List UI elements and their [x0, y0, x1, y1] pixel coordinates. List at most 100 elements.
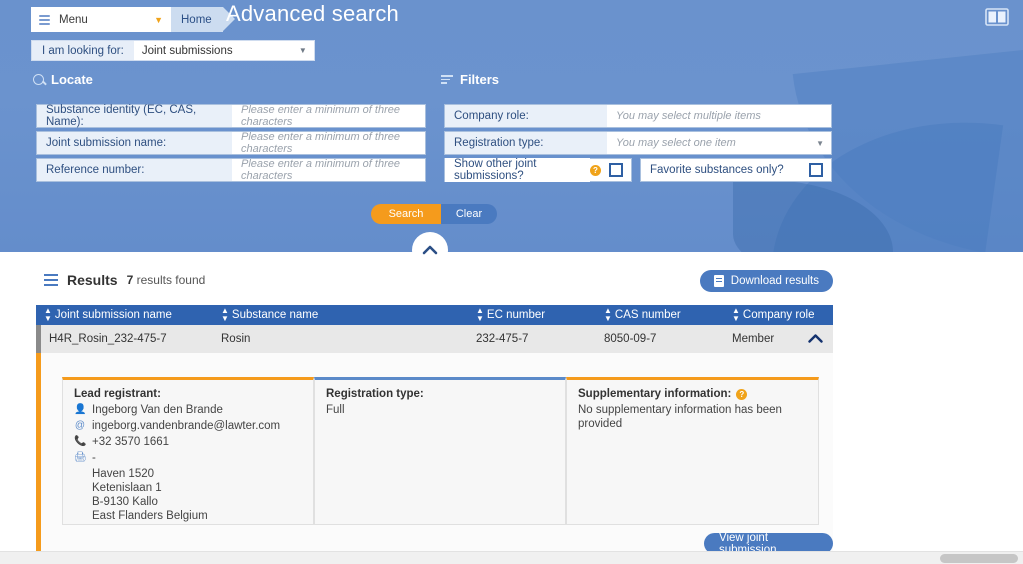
search-panel: Menu ▼ Home Advanced search I am looking…: [0, 0, 1023, 252]
filters-section-heading: Filters: [441, 72, 499, 87]
column-company-role[interactable]: ▲ ▼ Company role: [732, 307, 832, 323]
lead-registrant-phone: +32 3570 1661: [92, 436, 170, 448]
breadcrumb-home-label: Home: [181, 13, 212, 26]
column-joint-submission-name-label: Joint submission name: [54, 309, 172, 321]
supplementary-information-panel: Supplementary information: ? No suppleme…: [566, 377, 819, 525]
lead-registrant-email[interactable]: ingeborg.vandenbrande@lawter.com: [92, 419, 280, 433]
search-button[interactable]: Search: [371, 204, 441, 224]
registration-type-panel-value: Full: [326, 404, 345, 416]
book-panel-icon[interactable]: [985, 8, 1009, 26]
sort-icon: ▲ ▼: [44, 306, 52, 323]
locate-section-heading: Locate: [33, 72, 93, 87]
looking-for-select[interactable]: Joint submissions ▼: [133, 41, 314, 60]
horizontal-scrollbar[interactable]: [0, 551, 1023, 564]
chevron-up-icon: [422, 245, 438, 255]
clear-button[interactable]: Clear: [441, 204, 497, 224]
looking-for-control: I am looking for: Joint submissions ▼: [31, 40, 315, 61]
results-table-header: ▲ ▼ Joint submission name ▲ ▼ Substance na…: [36, 305, 833, 325]
registration-type-panel-title: Registration type:: [326, 388, 424, 400]
looking-for-label: I am looking for:: [32, 41, 134, 60]
substance-identity-label: Substance identity (EC, CAS, Name):: [37, 104, 232, 128]
show-other-joint-submissions-row: Show other joint submissions? ?: [444, 158, 632, 182]
lead-registrant-address-line-1: Haven 1520: [92, 468, 155, 480]
looking-for-value: Joint submissions: [141, 44, 233, 57]
substance-identity-row: Substance identity (EC, CAS, Name): Plea…: [36, 104, 426, 128]
company-role-input[interactable]: You may select multiple items: [607, 105, 831, 127]
hamburger-icon: [39, 14, 50, 25]
supplementary-information-value: No supplementary information has been pr…: [578, 404, 782, 430]
breadcrumb-home[interactable]: Home: [171, 7, 223, 32]
filter-icon: [441, 74, 453, 85]
show-other-joint-submissions-checkbox[interactable]: [609, 163, 623, 177]
reference-number-input[interactable]: Please enter a minimum of three characte…: [232, 158, 425, 182]
list-icon: [44, 274, 58, 286]
chevron-down-icon: ▼: [298, 46, 307, 55]
menu-button[interactable]: Menu ▼: [31, 7, 171, 32]
info-icon[interactable]: ?: [590, 164, 601, 176]
company-role-label: Company role:: [445, 105, 607, 127]
registration-type-select[interactable]: You may select one item ▼: [607, 132, 831, 154]
joint-submission-name-label: Joint submission name:: [37, 132, 232, 154]
search-actions: Search Clear: [371, 204, 497, 224]
column-cas-number[interactable]: ▲ ▼ CAS number: [604, 307, 732, 323]
results-count-suffix: results found: [136, 273, 206, 287]
page-title: Advanced search: [226, 1, 399, 26]
cell-substance-name: Rosin: [221, 333, 251, 345]
cell-cas-number: 8050-09-7: [604, 333, 657, 345]
registration-type-panel: Registration type: Full: [314, 377, 566, 525]
download-results-button[interactable]: Download results: [699, 270, 833, 292]
column-joint-submission-name[interactable]: ▲ ▼ Joint submission name: [36, 307, 221, 323]
sort-icon: ▲ ▼: [604, 306, 612, 323]
lead-registrant-address-line-3: B-9130 Kallo: [92, 496, 158, 508]
company-role-row: Company role: You may select multiple it…: [444, 104, 832, 128]
lead-registrant-panel: Lead registrant: 👤 Ingeborg Van den Bran…: [62, 377, 314, 525]
chevron-down-icon: ▼: [816, 138, 824, 148]
column-cas-number-label: CAS number: [614, 309, 681, 321]
results-count: 7 results found: [127, 273, 206, 287]
menu-bar: Menu ▼ Home: [31, 7, 235, 32]
joint-submission-name-row: Joint submission name: Please enter a mi…: [36, 131, 426, 155]
registration-type-label: Registration type:: [445, 132, 607, 154]
background-decoration-3: [733, 180, 893, 252]
chevron-down-icon[interactable]: ▼: [154, 15, 163, 25]
search-icon: [33, 74, 44, 85]
supplementary-information-label: Supplementary information:: [578, 388, 732, 400]
sort-icon: ▲ ▼: [732, 306, 740, 323]
lead-registrant-name-line: 👤 Ingeborg Van den Brande: [74, 403, 313, 417]
lead-registrant-phone-line: 📞 +32 3570 1661: [74, 435, 313, 449]
column-ec-number-label: EC number: [486, 309, 546, 321]
filters-heading-label: Filters: [460, 72, 500, 87]
results-area: Results 7 results found Download results…: [0, 252, 1023, 557]
row-collapse-icon[interactable]: [808, 334, 823, 343]
row-detail-panel: Lead registrant: 👤 Ingeborg Van den Bran…: [36, 353, 833, 557]
lead-registrant-email-line: @ ingeborg.vandenbrande@lawter.com: [74, 419, 313, 433]
document-icon: [713, 275, 724, 287]
cell-joint-submission-name: H4R_Rosin_232-475-7: [49, 333, 167, 345]
table-row[interactable]: H4R_Rosin_232-475-7 Rosin 232-475-7 8050…: [36, 325, 833, 353]
column-substance-name[interactable]: ▲ ▼ Substance name: [221, 307, 476, 323]
supplementary-information-title: Supplementary information: ?: [578, 388, 818, 400]
reference-number-row: Reference number: Please enter a minimum…: [36, 158, 426, 182]
horizontal-scrollbar-thumb[interactable]: [940, 554, 1018, 563]
registration-type-placeholder: You may select one item: [616, 137, 736, 149]
joint-submission-name-input[interactable]: Please enter a minimum of three characte…: [232, 131, 425, 155]
info-icon[interactable]: ?: [736, 388, 748, 400]
column-ec-number[interactable]: ▲ ▼ EC number: [476, 307, 604, 323]
registration-type-row: Registration type: You may select one it…: [444, 131, 832, 155]
fax-icon: 🖨: [74, 452, 87, 463]
lead-registrant-name: Ingeborg Van den Brande: [92, 404, 223, 416]
substance-identity-input[interactable]: Please enter a minimum of three characte…: [232, 104, 425, 128]
column-company-role-label: Company role: [742, 309, 815, 321]
lead-registrant-address-line-2: Ketenislaan 1: [92, 482, 162, 494]
collapse-search-panel-button[interactable]: [412, 232, 448, 268]
favorite-substances-row: Favorite substances only?: [640, 158, 832, 182]
show-other-joint-submissions-label: Show other joint submissions?: [445, 158, 590, 182]
locate-heading-label: Locate: [51, 72, 93, 87]
favorite-substances-label: Favorite substances only?: [641, 164, 809, 176]
person-icon: 👤: [74, 404, 87, 415]
results-title: Results: [67, 272, 118, 288]
lead-registrant-address-line-4: East Flanders Belgium: [92, 510, 208, 522]
favorite-substances-checkbox[interactable]: [809, 163, 823, 177]
lead-registrant-fax-line: 🖨 -: [74, 451, 313, 465]
sort-icon: ▲ ▼: [221, 306, 229, 323]
